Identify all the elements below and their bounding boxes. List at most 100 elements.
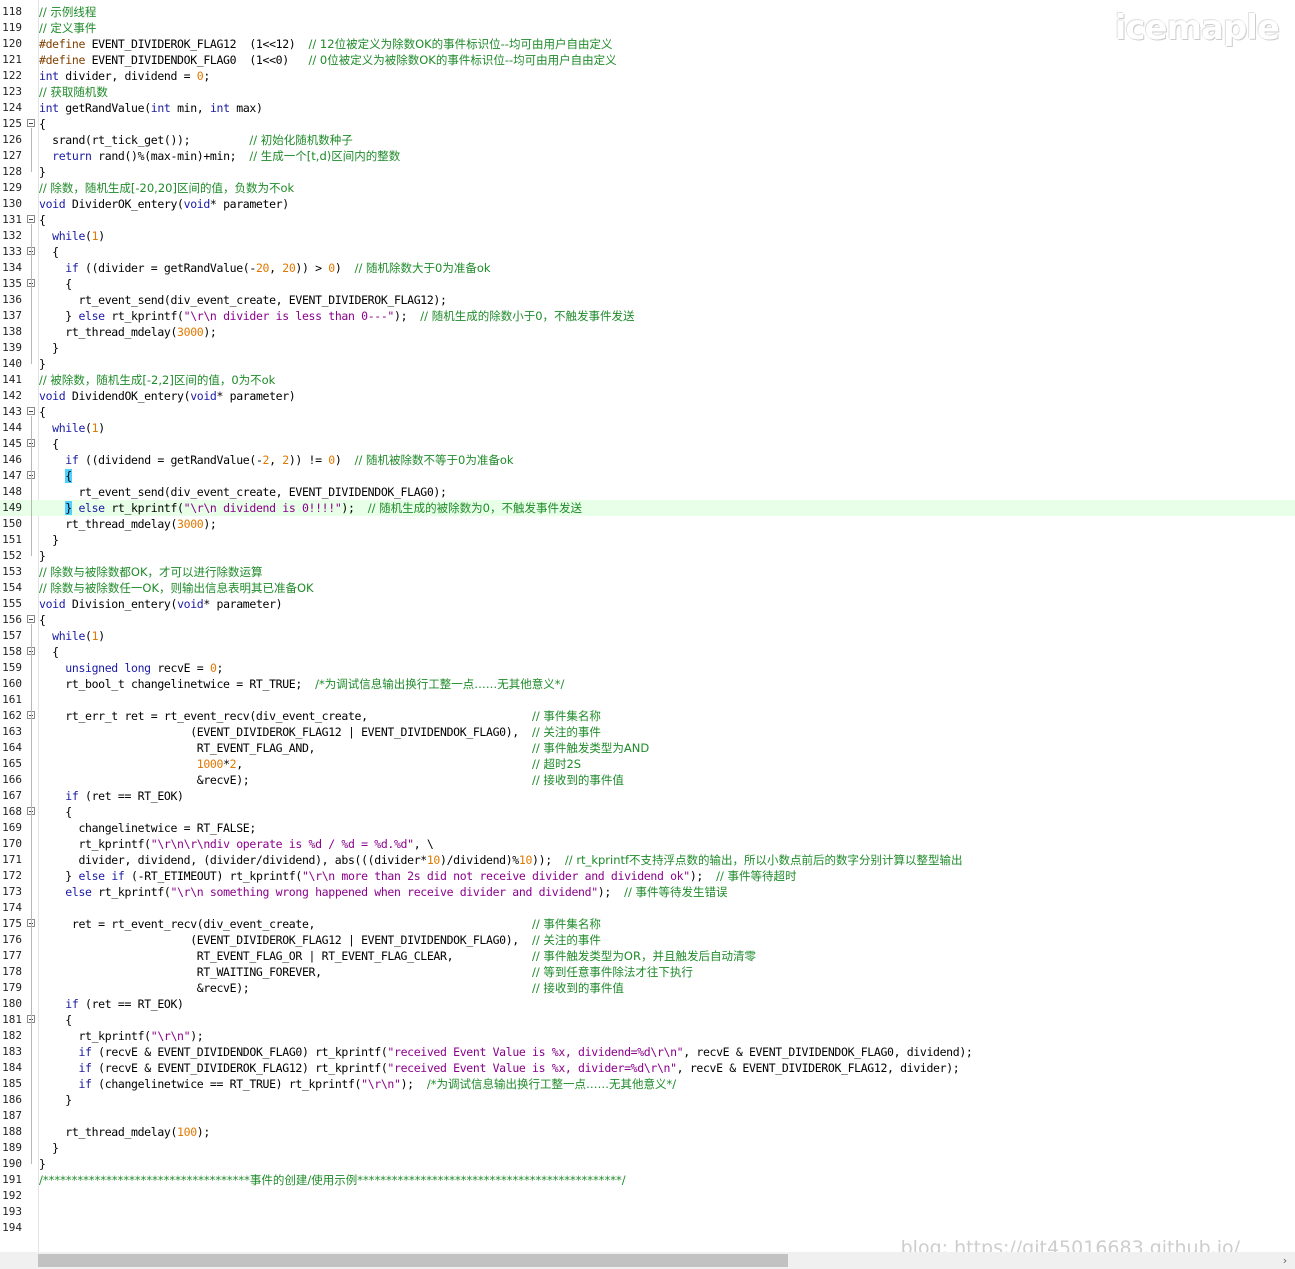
code-line[interactable]: 144 while(1) [0, 420, 1295, 436]
code-line[interactable]: 139 } [0, 340, 1295, 356]
code-line[interactable]: 167 if (ret == RT_EOK) [0, 788, 1295, 804]
code-line[interactable]: 186 } [0, 1092, 1295, 1108]
code-line[interactable]: 163 (EVENT_DIVIDEROK_FLAG12 | EVENT_DIVI… [0, 724, 1295, 740]
code-line[interactable]: 124 int getRandValue(int min, int max) [0, 100, 1295, 116]
code-line[interactable]: 140} [0, 356, 1295, 372]
code-line[interactable]: 173 else rt_kprintf("\r\n something wron… [0, 884, 1295, 900]
code-line[interactable]: 179 &recvE); // 接收到的事件值 [0, 980, 1295, 996]
code-line[interactable]: 138 rt_thread_mdelay(3000); [0, 324, 1295, 340]
code-line[interactable]: 121 #define EVENT_DIVIDENDOK_FLAG0 (1<<0)… [0, 52, 1295, 68]
code-line[interactable]: 161 [0, 692, 1295, 708]
code-line[interactable]: 137 } else rt_kprintf("\r\n divider is l… [0, 308, 1295, 324]
code-token: (changelinetwice == RT_TRUE) rt_kprintf( [91, 1077, 362, 1091]
code-line[interactable]: 147 { [0, 468, 1295, 484]
code-line[interactable]: 166 &recvE); // 接收到的事件值 [0, 772, 1295, 788]
horizontal-scrollbar[interactable]: › [0, 1252, 1295, 1269]
fold-toggle-icon[interactable] [27, 615, 35, 623]
code-line[interactable]: 181 { [0, 1012, 1295, 1028]
code-token: } [39, 165, 46, 179]
line-number: 159 [2, 661, 22, 674]
code-token: // 接收到的事件值 [532, 773, 624, 787]
code-line[interactable]: 136 rt_event_send(div_event_create, EVEN… [0, 292, 1295, 308]
code-line[interactable]: 172 } else if (-RT_ETIMEOUT) rt_kprintf(… [0, 868, 1295, 884]
code-line[interactable]: 169 changelinetwice = RT_FALSE; [0, 820, 1295, 836]
code-line[interactable]: 165 1000*2, // 超时2S [0, 756, 1295, 772]
code-line[interactable]: 178 RT_WAITING_FOREVER, // 等到任意事件除法才往下执行 [0, 964, 1295, 980]
code-line[interactable]: 191 /************************************… [0, 1172, 1295, 1188]
code-line[interactable]: 131 { [0, 212, 1295, 228]
code-line[interactable]: 135 { [0, 276, 1295, 292]
code-line[interactable]: 130 void DividerOK_entery(void* parameter… [0, 196, 1295, 212]
scrollbar-thumb[interactable] [38, 1254, 788, 1267]
code-token: , [269, 261, 283, 275]
code-line[interactable]: 156 { [0, 612, 1295, 628]
code-line[interactable]: 154 // 除数与被除数任一OK，则输出信息表明其已准备OK [0, 580, 1295, 596]
code-line[interactable]: 153 // 除数与被除数都OK，才可以进行除数运算 [0, 564, 1295, 580]
code-line[interactable]: 158 { [0, 644, 1295, 660]
code-line[interactable]: 168 { [0, 804, 1295, 820]
fold-toggle-icon[interactable] [27, 215, 35, 223]
line-number: 151 [2, 533, 22, 546]
code-line[interactable]: 171 divider, dividend, (divider/dividend… [0, 852, 1295, 868]
code-line[interactable]: 188 rt_thread_mdelay(100); [0, 1124, 1295, 1140]
code-line[interactable]: 126 srand(rt_tick_get()); // 初始化随机数种子 [0, 132, 1295, 148]
fold-guide [31, 816, 32, 876]
code-line[interactable]: 189 } [0, 1140, 1295, 1156]
fold-toggle-icon[interactable] [27, 407, 35, 415]
code-line[interactable]: 150 rt_thread_mdelay(3000); [0, 516, 1295, 532]
code-line[interactable]: 122 int divider, dividend = 0; [0, 68, 1295, 84]
code-line[interactable]: 151 } [0, 532, 1295, 548]
code-token: } [39, 341, 59, 355]
code-line[interactable]: 182 rt_kprintf("\r\n"); [0, 1028, 1295, 1044]
scroll-right-arrow-icon[interactable]: › [1278, 1252, 1292, 1269]
code-token: { [39, 213, 46, 227]
line-number: 191 [2, 1173, 22, 1186]
code-line[interactable]: 194 [0, 1220, 1295, 1236]
code-line[interactable]: 184 if (recvE & EVENT_DIVIDEROK_FLAG12) … [0, 1060, 1295, 1076]
code-line[interactable]: 190} [0, 1156, 1295, 1172]
code-line[interactable]: 157 while(1) [0, 628, 1295, 644]
code-line[interactable]: 129 // 除数，随机生成[-20,20]区间的值，负数为不ok [0, 180, 1295, 196]
code-line[interactable]: 174 [0, 900, 1295, 916]
code-line[interactable]: 160 rt_bool_t changelinetwice = RT_TRUE;… [0, 676, 1295, 692]
code-line[interactable]: 185 if (changelinetwice == RT_TRUE) rt_k… [0, 1076, 1295, 1092]
code-line[interactable]: 149 } else rt_kprintf("\r\n dividend is … [0, 500, 1295, 516]
code-text: if (recvE & EVENT_DIVIDEROK_FLAG12) rt_k… [39, 1060, 959, 1076]
code-line[interactable]: 146 if ((dividend = getRandValue(-2, 2))… [0, 452, 1295, 468]
code-line[interactable]: 118 // 示例线程 [0, 4, 1295, 20]
code-line[interactable]: 148 rt_event_send(div_event_create, EVEN… [0, 484, 1295, 500]
code-token: (EVENT_DIVIDEROK_FLAG12 | EVENT_DIVIDEND… [39, 933, 533, 947]
code-line[interactable]: 193 [0, 1204, 1295, 1220]
code-line[interactable]: 120 #define EVENT_DIVIDEROK_FLAG12 (1<<12… [0, 36, 1295, 52]
code-line[interactable]: 183 if (recvE & EVENT_DIVIDENDOK_FLAG0) … [0, 1044, 1295, 1060]
code-line[interactable]: 145 { [0, 436, 1295, 452]
code-line[interactable]: 175 ret = rt_event_recv(div_event_create… [0, 916, 1295, 932]
fold-toggle-icon[interactable] [27, 119, 35, 127]
code-line[interactable]: 125 { [0, 116, 1295, 132]
code-token: } [65, 501, 72, 515]
line-number: 126 [2, 133, 22, 146]
code-line[interactable]: 133 { [0, 244, 1295, 260]
code-line[interactable]: 187 [0, 1108, 1295, 1124]
code-line[interactable]: 141 // 被除数，随机生成[-2,2]区间的值，0为不ok [0, 372, 1295, 388]
code-editor[interactable]: 118 // 示例线程 119 // 定义事件 120 #define EVENT_DIV… [0, 0, 1295, 1252]
code-line[interactable]: 164 RT_EVENT_FLAG_AND, // 事件触发类型为AND [0, 740, 1295, 756]
code-line[interactable]: 134 if ((divider = getRandValue(-20, 20)… [0, 260, 1295, 276]
code-token: } [39, 1093, 72, 1107]
code-line[interactable]: 170 rt_kprintf("\r\n\r\ndiv operate is %… [0, 836, 1295, 852]
code-line[interactable]: 123 // 获取随机数 [0, 84, 1295, 100]
code-line[interactable]: 127 return rand()%(max-min)+min; // 生成一个… [0, 148, 1295, 164]
code-line[interactable]: 177 RT_EVENT_FLAG_OR | RT_EVENT_FLAG_CLE… [0, 948, 1295, 964]
code-line[interactable]: 155 void Division_entery(void* parameter) [0, 596, 1295, 612]
code-line[interactable]: 132 while(1) [0, 228, 1295, 244]
code-line[interactable]: 192 [0, 1188, 1295, 1204]
code-line[interactable]: 152} [0, 548, 1295, 564]
code-line[interactable]: 180 if (ret == RT_EOK) [0, 996, 1295, 1012]
code-line[interactable]: 143 { [0, 404, 1295, 420]
code-line[interactable]: 159 unsigned long recvE = 0; [0, 660, 1295, 676]
code-line[interactable]: 176 (EVENT_DIVIDEROK_FLAG12 | EVENT_DIVI… [0, 932, 1295, 948]
code-line[interactable]: 119 // 定义事件 [0, 20, 1295, 36]
code-line[interactable]: 142 void DividendOK_entery(void* paramete… [0, 388, 1295, 404]
code-line[interactable]: 128} [0, 164, 1295, 180]
code-line[interactable]: 162 rt_err_t ret = rt_event_recv(div_eve… [0, 708, 1295, 724]
